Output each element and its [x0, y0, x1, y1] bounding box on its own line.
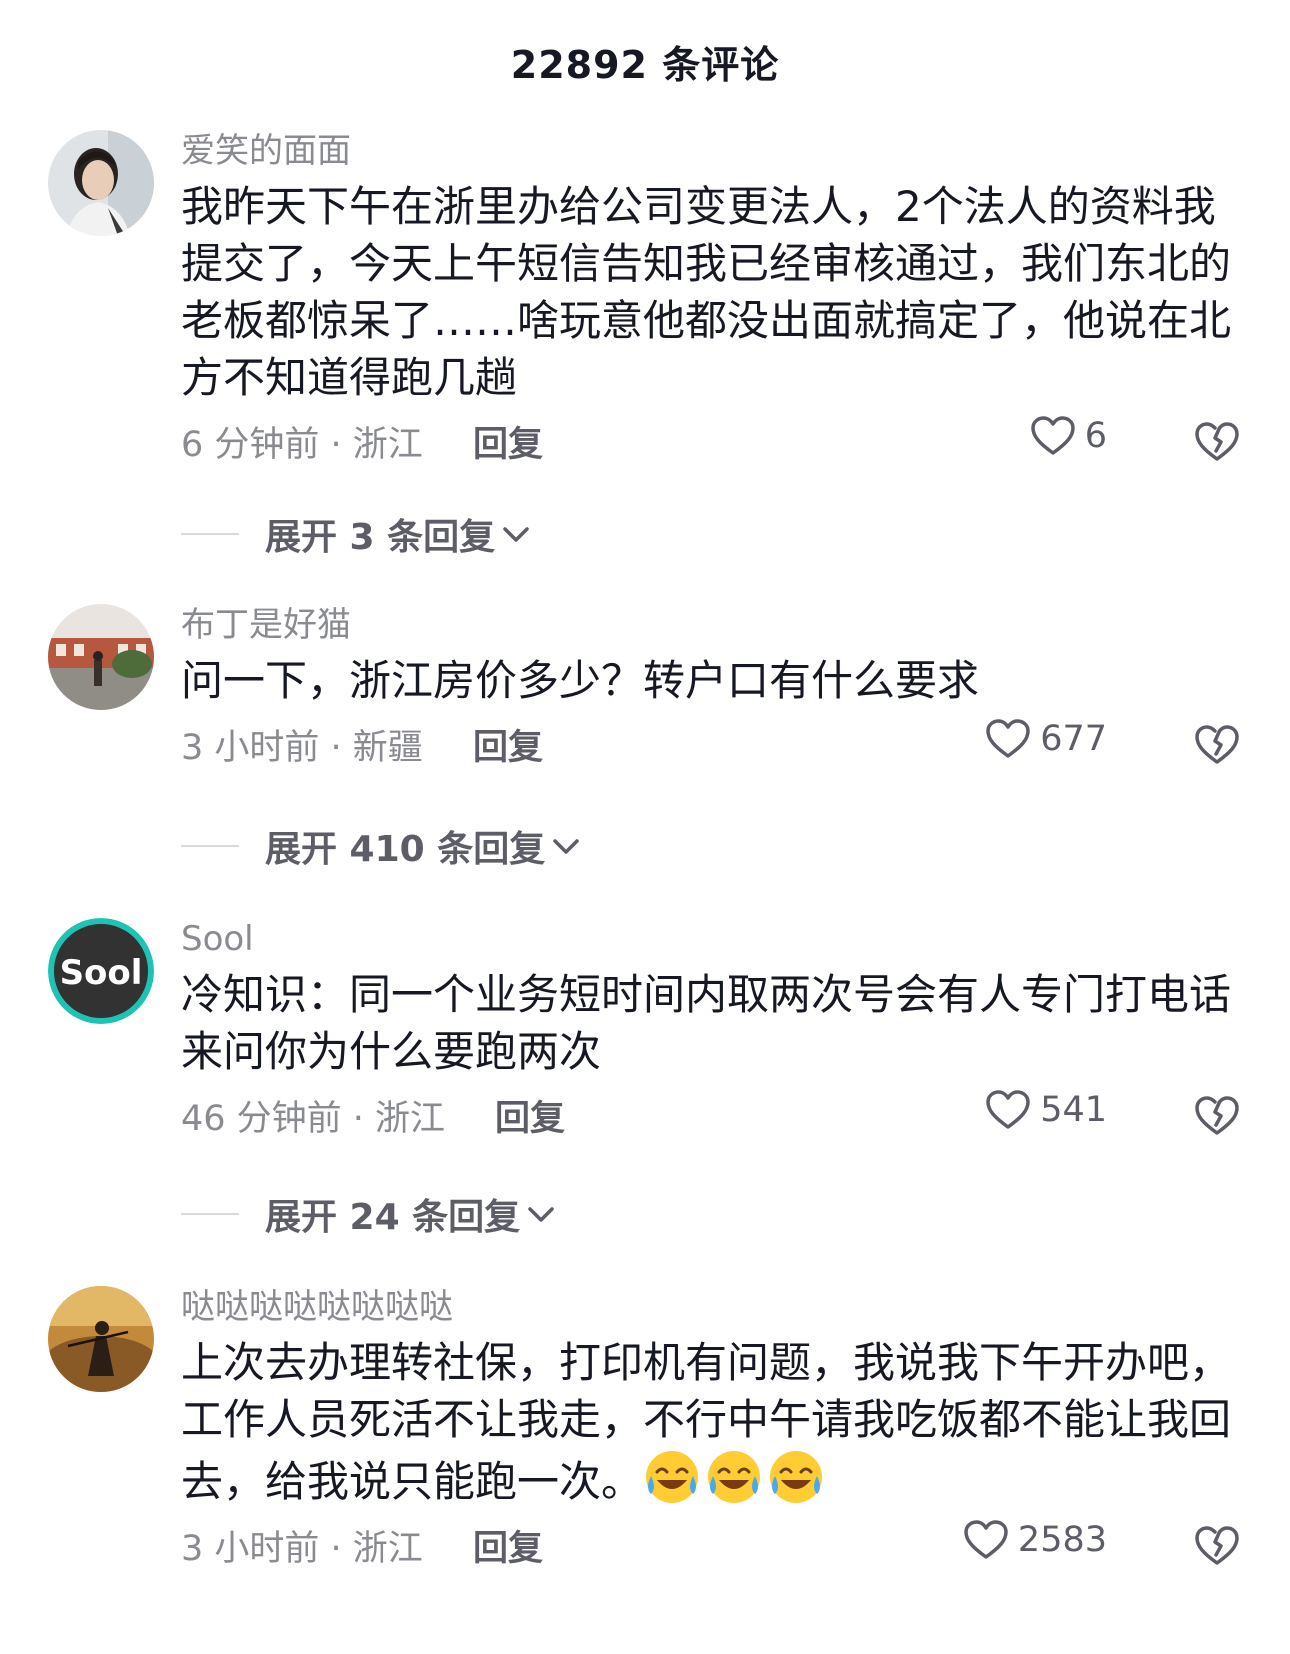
comment-text: 上次去办理转社保，打印机有问题，我说我下午开办吧，工作人员死活不让我走，不行中午… — [181, 1334, 1241, 1510]
comments-count-title: 22892 条评论 — [510, 43, 780, 87]
comment-text: 问一下，浙江房价多少？转户口有什么要求 — [181, 656, 980, 705]
laughing-crying-emoji-icon — [646, 1451, 699, 1503]
comment-meta: 3 小时前 · 新疆 回复 677 — [181, 711, 1241, 781]
reply-button[interactable]: 回复 — [473, 1520, 543, 1571]
divider-line — [181, 845, 239, 847]
like-button[interactable]: 541 — [984, 1086, 1107, 1134]
avatar[interactable] — [48, 1286, 154, 1392]
emoji-group — [643, 1451, 829, 1506]
laughing-crying-emoji-icon — [708, 1451, 761, 1503]
like-button[interactable]: 2583 — [962, 1516, 1107, 1564]
avatar[interactable]: Sool — [48, 918, 154, 1024]
expand-replies-label: 展开 3 条回复 — [265, 517, 496, 558]
like-button[interactable]: 677 — [984, 715, 1107, 763]
heart-icon — [964, 1520, 1008, 1559]
heart-icon — [986, 719, 1030, 758]
avatar[interactable] — [48, 130, 154, 236]
like-button[interactable]: 6 — [1029, 412, 1107, 460]
like-count: 541 — [1040, 1090, 1107, 1130]
expand-replies-button[interactable]: 展开 410 条回复 — [181, 820, 583, 872]
comment-time-location: 6 分钟前 · 浙江 — [181, 425, 423, 465]
comment-meta: 6 分钟前 · 浙江 回复 6 — [181, 408, 1241, 478]
expand-replies-label: 展开 410 条回复 — [265, 829, 546, 870]
reply-button[interactable]: 回复 — [473, 416, 543, 467]
expand-replies-button[interactable]: 展开 24 条回复 — [181, 1188, 558, 1240]
broken-heart-icon[interactable] — [1193, 1092, 1241, 1140]
broken-heart-icon[interactable] — [1193, 1522, 1241, 1570]
like-count: 2583 — [1017, 1520, 1107, 1560]
comment-meta: 3 小时前 · 浙江 回复 2583 — [181, 1512, 1241, 1582]
comment-text: 冷知识：同一个业务短时间内取两次号会有人专门打电话来问你为什么要跑两次 — [181, 970, 1232, 1076]
expand-replies-button[interactable]: 展开 3 条回复 — [181, 508, 533, 560]
chevron-down-icon — [528, 1207, 554, 1222]
comment-time-location: 3 小时前 · 浙江 — [181, 1529, 423, 1569]
comment-username[interactable]: 布丁是好猫 — [181, 600, 1241, 650]
chevron-down-icon — [553, 839, 579, 854]
avatar[interactable] — [48, 604, 154, 710]
broken-heart-icon[interactable] — [1193, 721, 1241, 769]
comment-time-location: 46 分钟前 · 浙江 — [181, 1099, 446, 1139]
comment-meta: 46 分钟前 · 浙江 回复 541 — [181, 1082, 1241, 1152]
chevron-down-icon — [503, 527, 529, 542]
like-count: 677 — [1040, 719, 1107, 759]
heart-icon — [1030, 416, 1075, 455]
reply-button[interactable]: 回复 — [473, 719, 543, 770]
comment-username[interactable]: 爱笑的面面 — [181, 126, 1241, 176]
expand-replies-label: 展开 24 条回复 — [265, 1197, 521, 1238]
comment-username[interactable]: Sool — [181, 914, 1241, 964]
broken-heart-icon[interactable] — [1193, 418, 1241, 466]
divider-line — [181, 1213, 239, 1215]
avatar-logo-text: Sool — [60, 953, 143, 993]
comment-text: 我昨天下午在浙里办给公司变更法人，2个法人的资料我提交了，今天上午短信告知我已经… — [181, 182, 1232, 402]
reply-button[interactable]: 回复 — [495, 1090, 565, 1141]
divider-line — [181, 533, 239, 535]
comment-time-location: 3 小时前 · 新疆 — [181, 728, 423, 768]
heart-icon — [986, 1090, 1030, 1129]
comment-username[interactable]: 哒哒哒哒哒哒哒哒 — [181, 1282, 1241, 1332]
laughing-crying-emoji-icon — [770, 1451, 823, 1503]
like-count: 6 — [1084, 416, 1107, 456]
